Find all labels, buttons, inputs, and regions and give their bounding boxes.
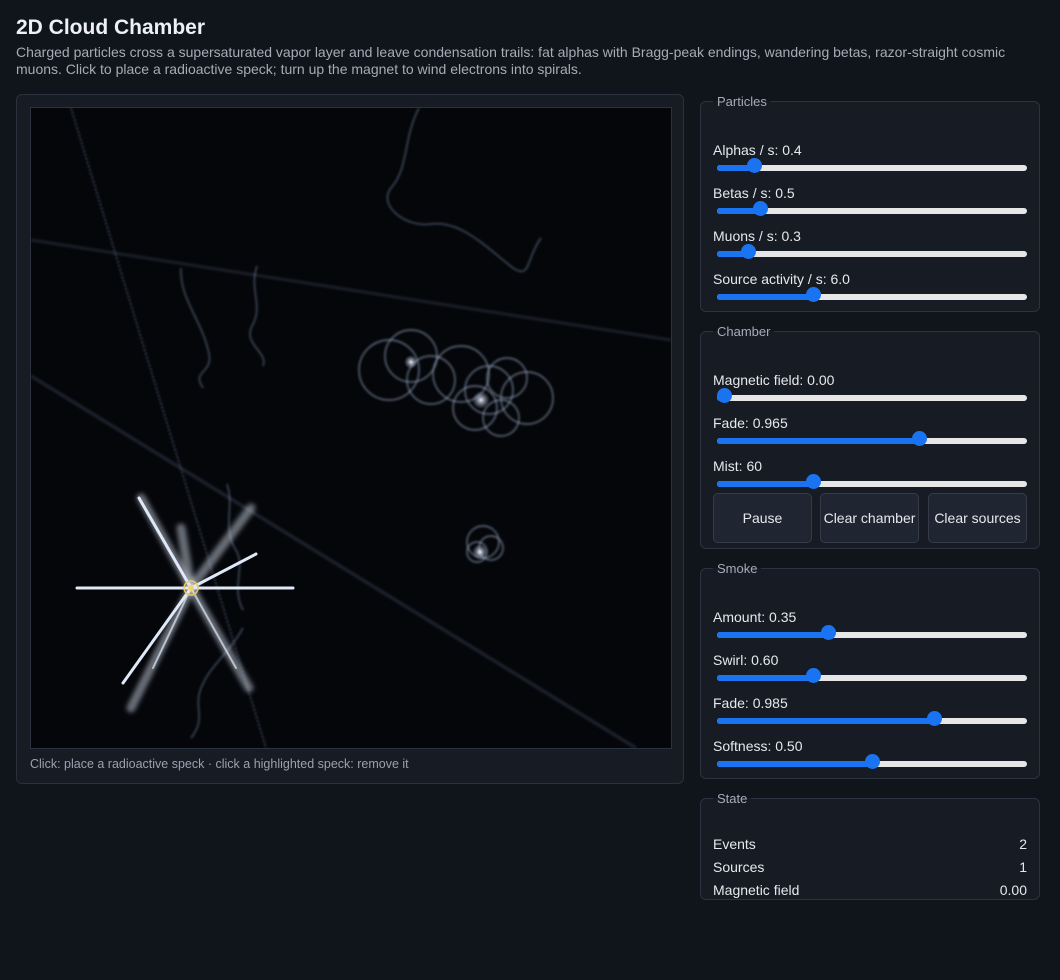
source-activity-control: Source activity / s: 6.0	[713, 271, 1029, 302]
state-row-magnetic-field: Magnetic field 0.00	[713, 882, 1027, 902]
source-activity-label: Source activity / s: 6.0	[713, 271, 850, 287]
mist-slider-track[interactable]	[717, 481, 1027, 487]
chamber-fade-slider-thumb[interactable]	[912, 431, 927, 446]
smoke-amount-slider-fill	[717, 632, 828, 638]
smoke-softness-label: Softness: 0.50	[713, 738, 803, 754]
chamber-fade-control: Fade: 0.965	[713, 415, 1029, 446]
mist-slider-thumb[interactable]	[806, 474, 821, 489]
betas-label: Betas / s: 0.5	[713, 185, 795, 201]
smoke-fade-slider-fill	[717, 718, 934, 724]
smoke-swirl-slider-track[interactable]	[717, 675, 1027, 681]
smoke-legend: Smoke	[717, 561, 758, 576]
betas-control: Betas / s: 0.5	[713, 185, 1029, 216]
alphas-control: Alphas / s: 0.4	[713, 142, 1029, 173]
magnetic-field-slider-thumb[interactable]	[717, 388, 732, 403]
chamber-settings-panel: Chamber Magnetic field: 0.00 Fade: 0.965…	[700, 324, 1040, 549]
particles-panel: Particles Alphas / s: 0.4 Betas / s: 0.5…	[700, 94, 1040, 312]
muons-label: Muons / s: 0.3	[713, 228, 801, 244]
chamber-fade-slider-fill	[717, 438, 919, 444]
chamber-trails	[31, 108, 671, 748]
muons-slider-track[interactable]	[717, 251, 1027, 257]
state-row-sources: Sources 1	[713, 859, 1027, 879]
magnetic-field-slider-track[interactable]	[717, 395, 1027, 401]
smoke-amount-control: Amount: 0.35	[713, 609, 1029, 640]
state-value: 1	[1019, 859, 1027, 875]
alphas-slider-thumb[interactable]	[747, 158, 762, 173]
pause-button[interactable]: Pause	[713, 493, 812, 543]
mist-control: Mist: 60	[713, 458, 1029, 489]
smoke-panel: Smoke Amount: 0.35 Swirl: 0.60 Fade: 0.9…	[700, 561, 1040, 779]
chamber-fade-label: Fade: 0.965	[713, 415, 788, 431]
source-activity-slider-track[interactable]	[717, 294, 1027, 300]
smoke-amount-label: Amount: 0.35	[713, 609, 797, 625]
chamber-hint: Click: place a radioactive speck · click…	[30, 757, 409, 771]
smoke-swirl-control: Swirl: 0.60	[713, 652, 1029, 683]
magnetic-field-control: Magnetic field: 0.00	[713, 372, 1029, 403]
smoke-softness-slider-fill	[717, 761, 872, 767]
smoke-swirl-slider-fill	[717, 675, 813, 681]
state-panel: State Events 2 Sources 1 Magnetic field …	[700, 791, 1040, 900]
clear-chamber-button[interactable]: Clear chamber	[820, 493, 919, 543]
mist-slider-fill	[717, 481, 813, 487]
alphas-label: Alphas / s: 0.4	[713, 142, 802, 158]
state-label: Sources	[713, 859, 765, 875]
state-label: Magnetic field	[713, 882, 800, 898]
chamber-legend: Chamber	[717, 324, 771, 339]
state-row-events: Events 2	[713, 836, 1027, 856]
state-legend: State	[717, 791, 748, 806]
muons-slider-thumb[interactable]	[741, 244, 756, 259]
chamber-fade-slider-track[interactable]	[717, 438, 1027, 444]
smoke-amount-slider-track[interactable]	[717, 632, 1027, 638]
clear-sources-button[interactable]: Clear sources	[928, 493, 1027, 543]
chamber-panel: Click: place a radioactive speck · click…	[16, 94, 684, 784]
smoke-swirl-slider-thumb[interactable]	[806, 668, 821, 683]
smoke-fade-slider-track[interactable]	[717, 718, 1027, 724]
smoke-softness-control: Softness: 0.50	[713, 738, 1029, 769]
state-value: 2	[1019, 836, 1027, 852]
particles-legend: Particles	[717, 94, 767, 109]
page-title: 2D Cloud Chamber	[16, 16, 206, 39]
smoke-fade-label: Fade: 0.985	[713, 695, 788, 711]
alphas-slider-track[interactable]	[717, 165, 1027, 171]
smoke-fade-slider-thumb[interactable]	[927, 711, 942, 726]
betas-slider-thumb[interactable]	[753, 201, 768, 216]
state-value: 0.00	[999, 882, 1027, 898]
smoke-fade-control: Fade: 0.985	[713, 695, 1029, 726]
magnetic-field-label: Magnetic field: 0.00	[713, 372, 835, 388]
page-description: Charged particles cross a supersaturated…	[16, 44, 1006, 77]
source-activity-slider-fill	[717, 294, 813, 300]
source-activity-slider-thumb[interactable]	[806, 287, 821, 302]
mist-label: Mist: 60	[713, 458, 763, 474]
smoke-swirl-label: Swirl: 0.60	[713, 652, 779, 668]
muons-control: Muons / s: 0.3	[713, 228, 1029, 259]
smoke-amount-slider-thumb[interactable]	[821, 625, 836, 640]
state-label: Events	[713, 836, 756, 852]
cloud-chamber-canvas[interactable]	[30, 107, 672, 749]
smoke-softness-slider-thumb[interactable]	[865, 754, 880, 769]
